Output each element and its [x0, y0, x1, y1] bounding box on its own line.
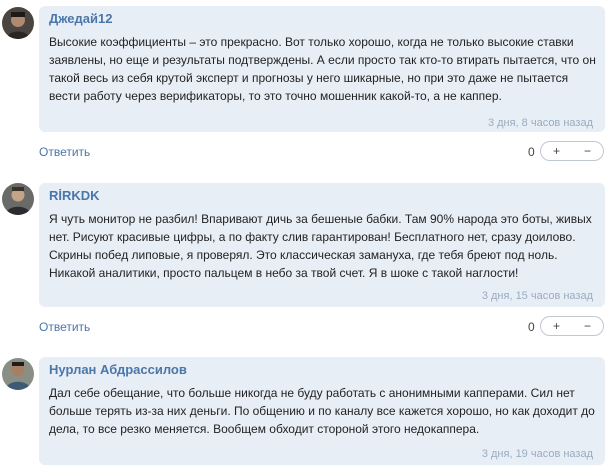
comment-timestamp: 3 дня, 19 часов назад	[481, 448, 593, 460]
user-photo-icon	[2, 358, 34, 390]
upvote-button[interactable]: +	[541, 317, 572, 335]
avatar[interactable]	[2, 358, 34, 390]
avatar[interactable]	[2, 7, 34, 39]
avatar[interactable]	[2, 183, 34, 215]
comment-bubble: Нурлан Абдрассилов Дал себе обещание, чт…	[39, 357, 605, 465]
comment-text: Я чуть монитор не разбил! Впаривают дичь…	[49, 212, 592, 280]
vote-count: 0	[528, 320, 535, 334]
comment-text: Высокие коэффициенты – это прекрасно. Во…	[49, 35, 596, 103]
comment-actions: Ответить 0 + −	[39, 316, 607, 340]
comment-author[interactable]: RİRKDK	[49, 188, 100, 203]
comment-bubble: Джедай12 Высокие коэффициенты – это прек…	[39, 6, 605, 132]
user-photo-icon	[2, 183, 34, 215]
reply-button[interactable]: Ответить	[39, 145, 90, 159]
downvote-button[interactable]: −	[572, 142, 603, 160]
comment-author[interactable]: Джедай12	[49, 11, 112, 26]
user-photo-icon	[2, 7, 34, 39]
comment-timestamp: 3 дня, 15 часов назад	[481, 290, 593, 302]
vote-control: + −	[540, 316, 604, 336]
comment-bubble: RİRKDK Я чуть монитор не разбил! Впарива…	[39, 183, 605, 307]
comment-author[interactable]: Нурлан Абдрассилов	[49, 362, 187, 377]
vote-control: + −	[540, 141, 604, 161]
downvote-button[interactable]: −	[572, 317, 603, 335]
comment-text: Дал себе обещание, что больше никогда не…	[49, 386, 595, 436]
vote-count: 0	[528, 145, 535, 159]
comment-actions: Ответить 0 + −	[39, 141, 607, 165]
comment-timestamp: 3 дня, 8 часов назад	[487, 117, 593, 129]
reply-button[interactable]: Ответить	[39, 320, 90, 334]
upvote-button[interactable]: +	[541, 142, 572, 160]
